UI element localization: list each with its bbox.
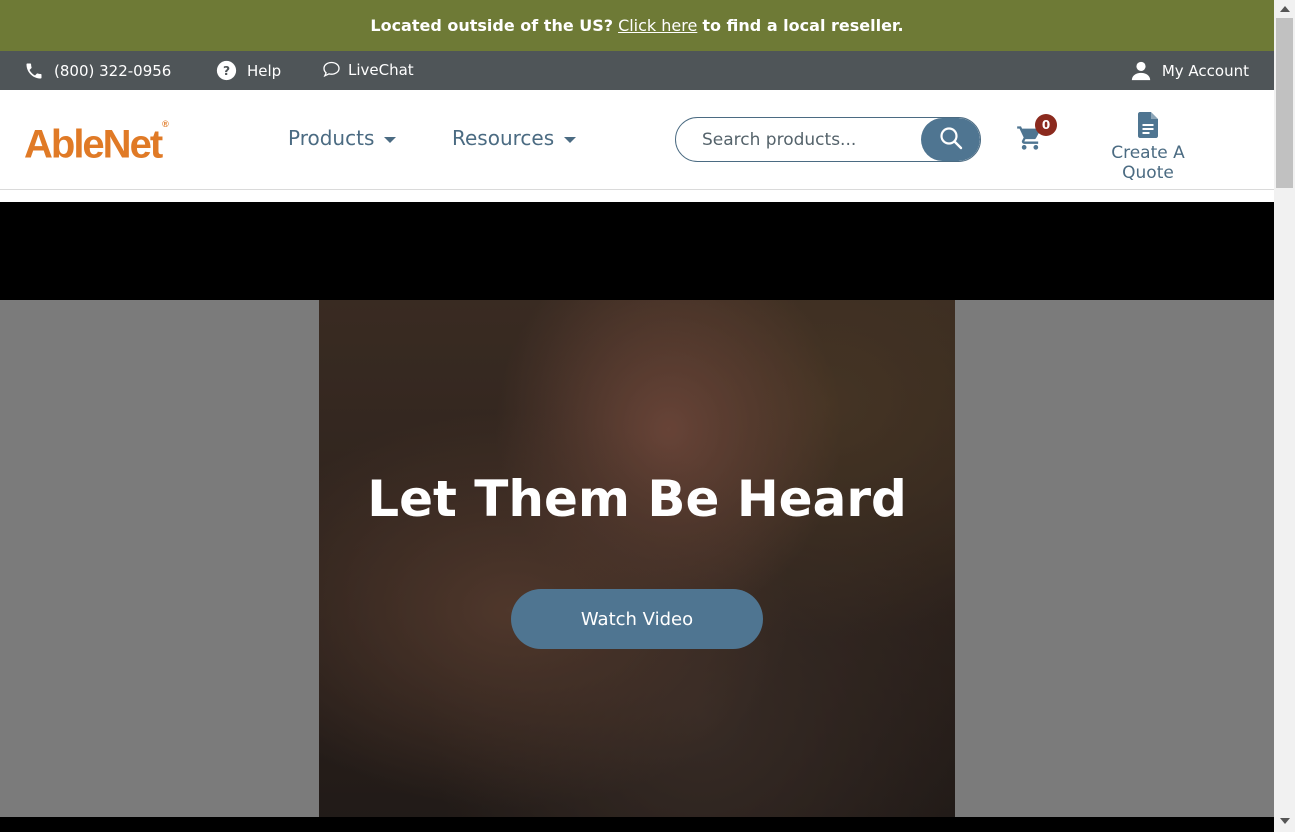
help-label: Help [247, 61, 282, 80]
hero-bottom-band [0, 817, 1274, 832]
hero-video-overlay [319, 300, 955, 817]
svg-text:?: ? [223, 64, 230, 78]
hero-top-band [0, 202, 1274, 300]
caret-down-icon [384, 136, 397, 143]
help-link[interactable]: ? Help [216, 60, 281, 81]
help-icon: ? [216, 60, 237, 81]
registered-mark: ® [162, 119, 169, 129]
announcement-text-after: to find a local reseller. [702, 16, 904, 35]
logo-text: AbleNet [24, 122, 163, 167]
caret-down-icon [564, 136, 577, 143]
site-header: AbleNet® Products Resources Create A Quo… [0, 90, 1274, 190]
nav-resources[interactable]: Resources [452, 126, 577, 150]
livechat-link[interactable]: LiveChat [321, 60, 414, 80]
my-account-label: My Account [1161, 61, 1249, 80]
document-icon [1083, 112, 1213, 138]
search-icon [939, 126, 963, 154]
user-icon [1130, 60, 1152, 82]
utility-bar: (800) 322-0956 ? Help LiveChat My Accoun… [0, 51, 1274, 90]
scrollbar-thumb[interactable] [1276, 18, 1293, 188]
ablenet-logo[interactable]: AbleNet® [24, 119, 169, 164]
hero-section [0, 300, 1274, 817]
scroll-up-arrow-icon[interactable] [1280, 6, 1290, 12]
reseller-link[interactable]: Click here [618, 16, 697, 35]
nav-resources-label: Resources [452, 126, 555, 150]
phone-number: (800) 322-0956 [54, 61, 172, 80]
phone-link[interactable]: (800) 322-0956 [24, 61, 171, 81]
create-quote-label: Create A Quote [1111, 143, 1185, 183]
hero-title: Let Them Be Heard [367, 470, 907, 528]
search-button[interactable] [921, 118, 980, 161]
search-input[interactable] [676, 118, 921, 161]
search-form [675, 117, 981, 162]
scroll-down-arrow-icon[interactable] [1280, 818, 1290, 824]
nav-products[interactable]: Products [288, 126, 397, 150]
livechat-label: LiveChat [348, 61, 414, 79]
hero-video-still [319, 300, 955, 817]
create-quote-link[interactable]: Create A Quote [1083, 112, 1213, 183]
my-account-link[interactable]: My Account [1130, 60, 1249, 82]
chat-bubble-icon [321, 60, 342, 80]
announcement-text-before: Located outside of the US? [370, 16, 614, 35]
nav-products-label: Products [288, 126, 375, 150]
phone-icon [24, 61, 44, 81]
watch-video-button[interactable]: Watch Video [511, 589, 763, 649]
cart-count-badge: 0 [1035, 114, 1057, 136]
reseller-announcement-bar: Located outside of the US? Click here to… [0, 0, 1274, 51]
shopping-cart-icon [1016, 126, 1044, 156]
